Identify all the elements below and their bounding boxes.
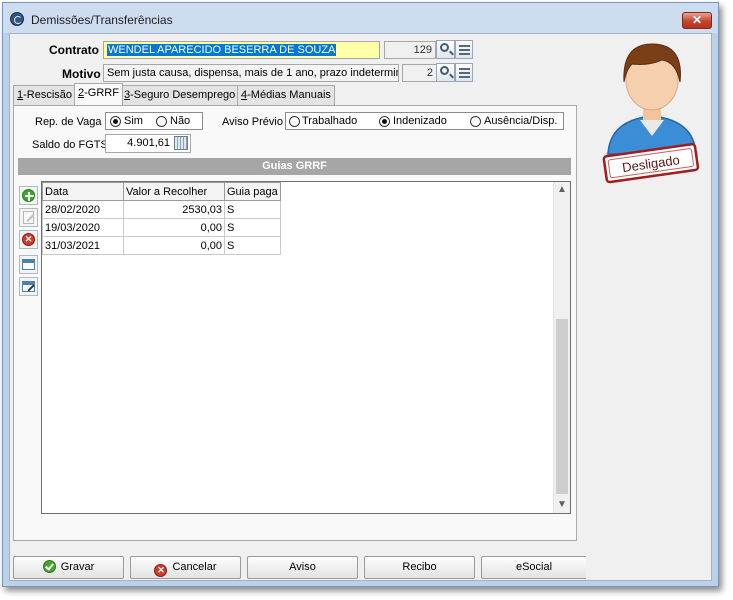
rep-vaga-sim-label: Sim bbox=[124, 115, 143, 127]
grid-icon bbox=[22, 259, 35, 270]
aviso-button[interactable]: Aviso bbox=[247, 556, 358, 579]
contrato-label: Contrato bbox=[49, 43, 99, 57]
cell-guia-paga[interactable]: S bbox=[224, 200, 281, 219]
scroll-thumb[interactable] bbox=[556, 319, 568, 494]
contrato-list-button[interactable] bbox=[455, 40, 473, 59]
close-button[interactable]: ✕ bbox=[682, 12, 712, 29]
tab-rescisao[interactable]: 1-Rescisão bbox=[13, 85, 77, 105]
edit-row-button[interactable] bbox=[19, 208, 38, 227]
cell-guia-paga[interactable]: S bbox=[224, 236, 281, 255]
contrato-name-value: WENDEL APARECIDO BESERRA DE SOUZA bbox=[107, 44, 337, 56]
gravar-label: Gravar bbox=[60, 561, 95, 573]
table-row[interactable]: 28/02/2020 2530,03 S bbox=[42, 200, 281, 219]
table-row[interactable]: 19/03/2020 0,00 S bbox=[42, 218, 281, 237]
cancelar-button[interactable]: ✕ Cancelar bbox=[130, 556, 241, 579]
cancel-icon: ✕ bbox=[154, 564, 168, 577]
window-title: Demissões/Transferências bbox=[31, 13, 173, 27]
edit-grid-button[interactable] bbox=[19, 277, 38, 296]
aviso-previo-label: Aviso Prévio bbox=[222, 116, 283, 128]
scroll-down-icon[interactable]: ▼ bbox=[557, 500, 567, 510]
tab-seguro-desemprego[interactable]: 3-Seguro Desemprego bbox=[120, 85, 240, 105]
motivo-field[interactable]: Sem justa causa, dispensa, mais de 1 ano… bbox=[103, 64, 399, 82]
aviso-trabalhado-label: Trabalhado bbox=[302, 115, 358, 127]
guias-grrf-header: Guias GRRF bbox=[18, 158, 571, 175]
cell-guia-paga[interactable]: S bbox=[224, 218, 281, 237]
columns-button[interactable] bbox=[19, 255, 38, 274]
saldo-fgts-label: Saldo do FGTS bbox=[32, 139, 108, 151]
cell-data[interactable]: 28/02/2020 bbox=[42, 200, 124, 219]
contrato-code-field[interactable]: 129 bbox=[384, 41, 436, 59]
rep-vaga-radio-group: Sim Não bbox=[105, 112, 203, 130]
app-icon bbox=[10, 12, 24, 26]
guias-grrf-grid[interactable]: Data Valor a Recolher Guia paga 28/02/20… bbox=[41, 181, 571, 514]
recibo-button[interactable]: Recibo bbox=[364, 556, 475, 579]
delete-icon: ✕ bbox=[22, 233, 35, 246]
employee-avatar: Desligado bbox=[602, 43, 700, 184]
esocial-button[interactable]: eSocial bbox=[481, 556, 586, 579]
cell-valor[interactable]: 0,00 bbox=[123, 236, 225, 255]
column-header-guia-paga[interactable]: Guia paga bbox=[224, 182, 281, 201]
gravar-button[interactable]: Gravar bbox=[13, 556, 124, 579]
check-icon bbox=[42, 560, 56, 573]
rep-vaga-label: Rep. de Vaga bbox=[35, 116, 102, 128]
motivo-code-field[interactable]: 2 bbox=[402, 64, 437, 82]
rep-vaga-nao-radio[interactable] bbox=[156, 116, 167, 127]
tab-medias-manuais[interactable]: 4-Médias Manuais bbox=[237, 85, 335, 105]
rep-vaga-nao-label: Não bbox=[170, 115, 191, 127]
contrato-search-button[interactable] bbox=[436, 40, 455, 59]
column-header-data[interactable]: Data bbox=[42, 182, 124, 201]
motivo-search-button[interactable] bbox=[436, 63, 455, 82]
column-header-valor[interactable]: Valor a Recolher bbox=[123, 182, 225, 201]
aviso-previo-radio-group: Trabalhado Indenizado Ausência/Disp. bbox=[285, 112, 564, 130]
motivo-list-button[interactable] bbox=[455, 63, 473, 82]
aviso-ausencia-radio[interactable] bbox=[470, 116, 481, 127]
calculator-icon[interactable] bbox=[174, 136, 188, 150]
saldo-fgts-value: 4.901,61 bbox=[127, 137, 170, 149]
aviso-ausencia-label: Ausência/Disp. bbox=[484, 115, 558, 127]
aviso-indenizado-radio[interactable] bbox=[379, 116, 390, 127]
add-row-button[interactable] bbox=[19, 186, 38, 205]
cell-data[interactable]: 31/03/2021 bbox=[42, 236, 124, 255]
title-bar[interactable]: Demissões/Transferências ✕ bbox=[3, 3, 718, 33]
vertical-scrollbar[interactable]: ▲ ▼ bbox=[553, 182, 570, 513]
cell-data[interactable]: 19/03/2020 bbox=[42, 218, 124, 237]
table-row[interactable]: 31/03/2021 0,00 S bbox=[42, 236, 281, 255]
aviso-indenizado-label: Indenizado bbox=[393, 115, 447, 127]
saldo-fgts-field[interactable]: 4.901,61 bbox=[105, 134, 191, 153]
cell-valor[interactable]: 2530,03 bbox=[123, 200, 225, 219]
list-icon bbox=[459, 45, 470, 47]
scroll-up-icon[interactable]: ▲ bbox=[557, 185, 567, 195]
tab-grrf[interactable]: 2-GRRF bbox=[74, 83, 123, 105]
dialog-window: Demissões/Transferências ✕ Contrato WEND… bbox=[2, 2, 719, 587]
cancelar-label: Cancelar bbox=[172, 561, 217, 573]
search-icon bbox=[440, 66, 449, 75]
list-icon bbox=[459, 68, 470, 70]
search-icon bbox=[440, 43, 449, 52]
delete-row-button[interactable]: ✕ bbox=[19, 230, 38, 249]
rep-vaga-sim-radio[interactable] bbox=[110, 116, 121, 127]
grrf-tab-panel: Rep. de Vaga Sim Não Aviso Prévio Trabal… bbox=[13, 105, 577, 541]
contrato-name-field[interactable]: WENDEL APARECIDO BESERRA DE SOUZA bbox=[103, 41, 380, 59]
cell-valor[interactable]: 0,00 bbox=[123, 218, 225, 237]
aviso-trabalhado-radio[interactable] bbox=[289, 116, 300, 127]
guias-table: Data Valor a Recolher Guia paga 28/02/20… bbox=[42, 182, 281, 255]
dialog-body: Contrato WENDEL APARECIDO BESERRA DE SOU… bbox=[9, 33, 712, 581]
motivo-label: Motivo bbox=[62, 67, 101, 81]
